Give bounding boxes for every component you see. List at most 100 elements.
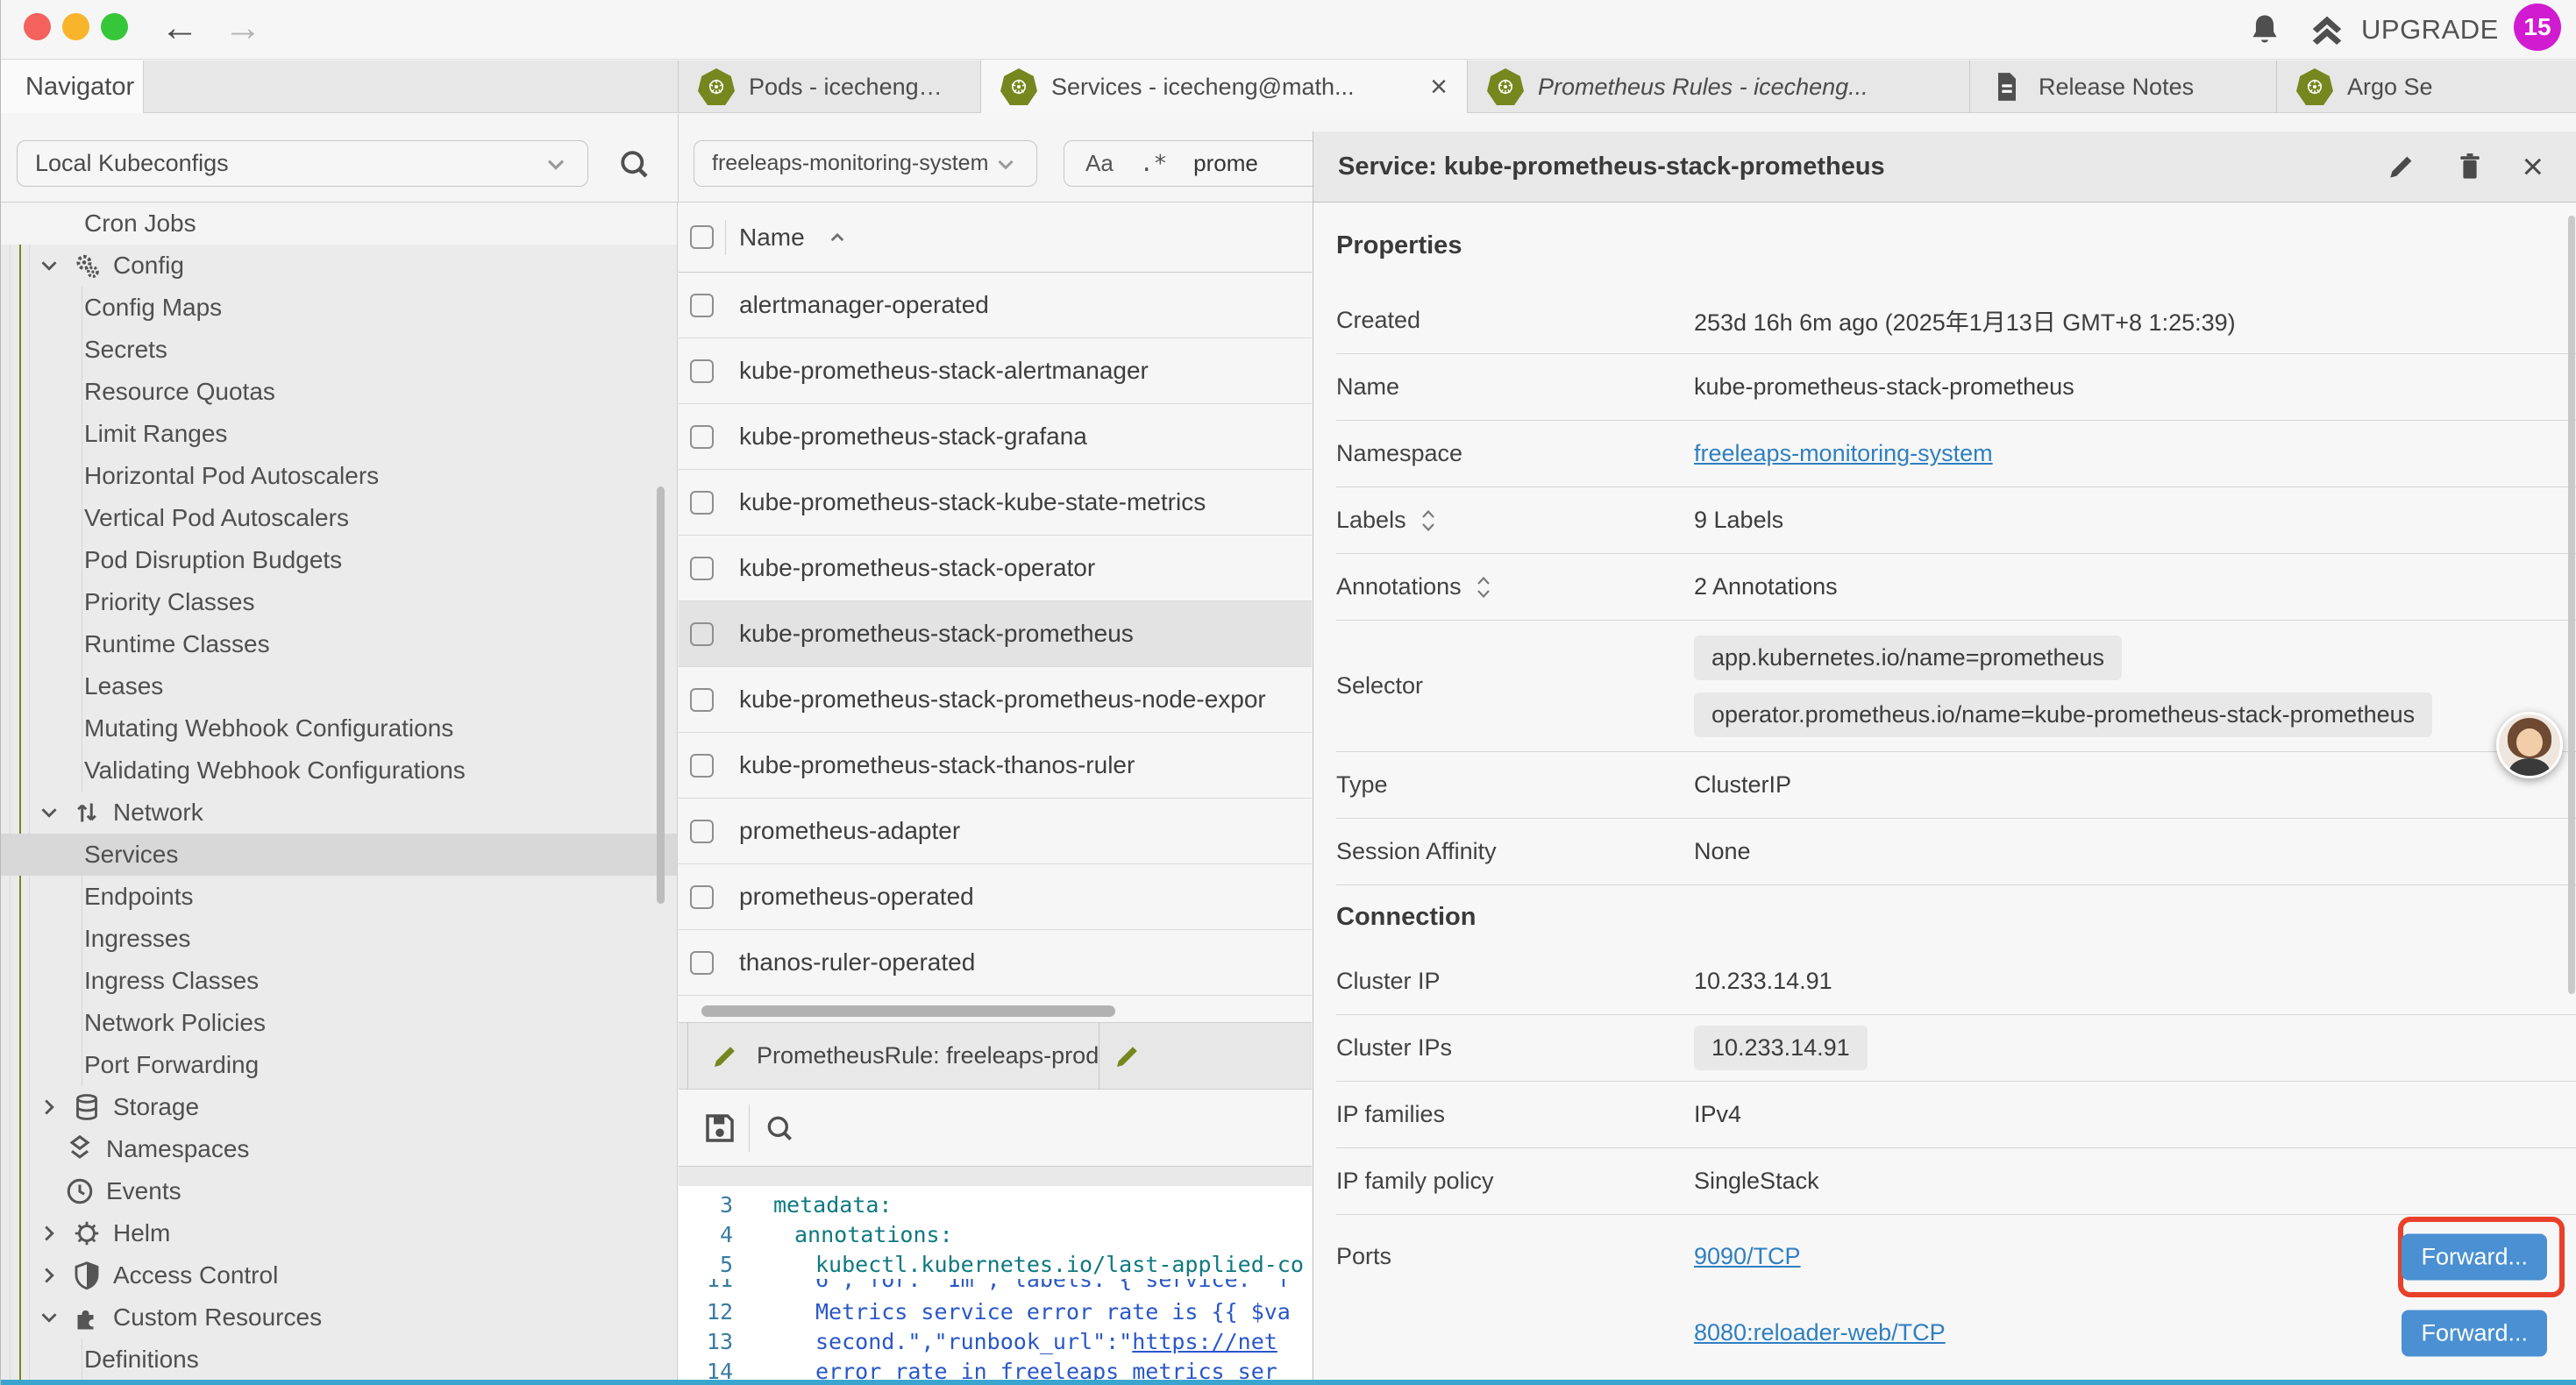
sidebar-item-label: Priority Classes bbox=[84, 588, 254, 616]
match-case-toggle[interactable]: Aa bbox=[1085, 150, 1114, 177]
sidebar-item-config-maps[interactable]: Config Maps bbox=[1, 287, 677, 329]
sidebar-item-validating-webhook-configurations[interactable]: Validating Webhook Configurations bbox=[1, 749, 677, 792]
sidebar-item-events[interactable]: Events bbox=[1, 1170, 677, 1212]
table-row-kube-prometheus-stack-prometheus-node-expor[interactable]: kube-prometheus-stack-prometheus-node-ex… bbox=[679, 667, 1312, 733]
forward-button[interactable]: Forward... bbox=[2402, 1233, 2547, 1280]
forward-button[interactable]: Forward... bbox=[2402, 1310, 2547, 1356]
row-checkbox[interactable] bbox=[690, 688, 714, 712]
back-button[interactable]: ← bbox=[155, 2, 204, 54]
table-row-alertmanager-operated[interactable]: alertmanager-operated bbox=[679, 273, 1312, 338]
sidebar-item-storage[interactable]: Storage bbox=[1, 1086, 677, 1128]
detail-label: Annotations bbox=[1336, 573, 1462, 600]
sidebar-item-limit-ranges[interactable]: Limit Ranges bbox=[1, 413, 677, 455]
sidebar-item-ingresses[interactable]: Ingresses bbox=[1, 918, 677, 960]
table-row-kube-prometheus-stack-operator[interactable]: kube-prometheus-stack-operator bbox=[679, 536, 1312, 601]
sidebar-item-network[interactable]: Network bbox=[1, 792, 677, 834]
code-text: metadata: bbox=[733, 1192, 892, 1218]
regex-toggle[interactable]: .* bbox=[1140, 151, 1167, 177]
table-row-kube-prometheus-stack-thanos-ruler[interactable]: kube-prometheus-stack-thanos-ruler bbox=[679, 733, 1312, 799]
sidebar-item-label: Pod Disruption Budgets bbox=[84, 546, 342, 574]
row-checkbox[interactable] bbox=[690, 557, 714, 580]
sidebar-item-namespaces[interactable]: Namespaces bbox=[1, 1128, 677, 1170]
edit-icon[interactable] bbox=[2385, 150, 2418, 183]
horizontal-scrollbar-thumb[interactable] bbox=[701, 1005, 1115, 1017]
sidebar-item-services[interactable]: Services bbox=[1, 834, 677, 876]
row-checkbox[interactable] bbox=[690, 622, 714, 646]
namespace-selector[interactable]: freeleaps-monitoring-system bbox=[694, 140, 1037, 187]
notification-badge[interactable]: 15 bbox=[2514, 4, 2561, 51]
port-link[interactable]: 8080:reloader-web/TCP bbox=[1694, 1319, 1946, 1346]
detail-label: Created bbox=[1336, 307, 1420, 334]
close-icon[interactable]: × bbox=[2522, 148, 2544, 185]
table-row-kube-prometheus-stack-alertmanager[interactable]: kube-prometheus-stack-alertmanager bbox=[679, 338, 1312, 404]
minimize-window-button[interactable] bbox=[62, 13, 89, 40]
editor-search-icon[interactable] bbox=[762, 1111, 797, 1146]
sidebar-item-leases[interactable]: Leases bbox=[1, 665, 677, 707]
sidebar-item-ingress-classes[interactable]: Ingress Classes bbox=[1, 960, 677, 1002]
sidebar-item-pod-disruption-budgets[interactable]: Pod Disruption Budgets bbox=[1, 539, 677, 581]
editor-tab-partial[interactable] bbox=[1099, 1023, 1312, 1089]
select-all-checkbox[interactable] bbox=[690, 225, 714, 249]
sidebar-item-definitions[interactable]: Definitions bbox=[1, 1339, 677, 1381]
name-column-header[interactable]: Name bbox=[739, 224, 805, 252]
row-checkbox[interactable] bbox=[690, 491, 714, 515]
close-tab-icon[interactable]: × bbox=[1430, 72, 1448, 102]
close-window-button[interactable] bbox=[24, 13, 51, 40]
sidebar-item-resource-quotas[interactable]: Resource Quotas bbox=[1, 371, 677, 413]
row-checkbox[interactable] bbox=[690, 951, 714, 975]
table-row-prometheus-operated[interactable]: prometheus-operated bbox=[679, 864, 1312, 930]
tab-argo-se[interactable]: Argo Se bbox=[2276, 60, 2576, 113]
forward-button[interactable]: → bbox=[218, 2, 267, 54]
save-icon[interactable] bbox=[701, 1110, 738, 1147]
tab-release-notes[interactable]: Release Notes bbox=[1969, 60, 2276, 113]
table-row-kube-prometheus-stack-grafana[interactable]: kube-prometheus-stack-grafana bbox=[679, 404, 1312, 470]
kubernetes-icon bbox=[698, 68, 735, 105]
row-checkbox[interactable] bbox=[690, 425, 714, 449]
port-link[interactable]: 9090/TCP bbox=[1694, 1243, 1801, 1270]
bell-icon[interactable] bbox=[2245, 11, 2284, 49]
table-row-prometheus-adapter[interactable]: prometheus-adapter bbox=[679, 799, 1312, 864]
row-checkbox[interactable] bbox=[690, 294, 714, 317]
kubeconfig-selector[interactable]: Local Kubeconfigs bbox=[17, 140, 588, 187]
sidebar-item-config[interactable]: Config bbox=[1, 245, 677, 287]
sidebar-item-mutating-webhook-configurations[interactable]: Mutating Webhook Configurations bbox=[1, 707, 677, 749]
namespace-link[interactable]: freeleaps-monitoring-system bbox=[1694, 440, 1993, 467]
detail-scrollbar[interactable] bbox=[2568, 216, 2575, 994]
assistant-avatar[interactable] bbox=[2496, 712, 2563, 778]
navigator-tab[interactable]: Navigator bbox=[1, 60, 144, 113]
sidebar-item-network-policies[interactable]: Network Policies bbox=[1, 1002, 677, 1044]
detail-label: IP family policy bbox=[1336, 1168, 1494, 1195]
sidebar-item-horizontal-pod-autoscalers[interactable]: Horizontal Pod Autoscalers bbox=[1, 455, 677, 497]
sidebar-item-cron-jobs[interactable]: Cron Jobs bbox=[1, 202, 677, 245]
row-checkbox[interactable] bbox=[690, 820, 714, 843]
sidebar-item-label: Limit Ranges bbox=[84, 420, 227, 448]
sidebar-scrollbar[interactable] bbox=[657, 487, 665, 904]
delete-icon[interactable] bbox=[2453, 150, 2487, 183]
row-checkbox[interactable] bbox=[690, 754, 714, 778]
sidebar-item-priority-classes[interactable]: Priority Classes bbox=[1, 581, 677, 623]
tab-pods-icecheng-mathmas[interactable]: Pods - icecheng@mathmas... bbox=[678, 60, 980, 113]
sidebar-item-runtime-classes[interactable]: Runtime Classes bbox=[1, 623, 677, 665]
editor-tab-prometheusrule[interactable]: PrometheusRule: freeleaps-prod-rabbitmq bbox=[687, 1023, 1099, 1089]
table-row-kube-prometheus-stack-prometheus[interactable]: kube-prometheus-stack-prometheus bbox=[679, 601, 1312, 667]
table-row-kube-prometheus-stack-kube-state-metrics[interactable]: kube-prometheus-stack-kube-state-metrics bbox=[679, 470, 1312, 536]
sidebar-item-endpoints[interactable]: Endpoints bbox=[1, 876, 677, 918]
sidebar-item-port-forwarding[interactable]: Port Forwarding bbox=[1, 1044, 677, 1086]
sidebar-item-access-control[interactable]: Access Control bbox=[1, 1254, 677, 1296]
tab-services-icecheng-math[interactable]: Services - icecheng@math...× bbox=[980, 60, 1467, 113]
row-checkbox[interactable] bbox=[690, 359, 714, 383]
table-row-thanos-ruler-operated[interactable]: thanos-ruler-operated bbox=[679, 930, 1312, 996]
sidebar-item-custom-resources[interactable]: Custom Resources bbox=[1, 1296, 677, 1339]
table-filter-input[interactable]: Aa .* prome bbox=[1064, 140, 1327, 187]
sidebar-item-secrets[interactable]: Secrets bbox=[1, 329, 677, 371]
tab-prometheus-rules-icecheng[interactable]: Prometheus Rules - icecheng... bbox=[1467, 60, 1969, 113]
upgrade-button[interactable]: UPGRADE bbox=[2307, 7, 2499, 53]
search-icon[interactable] bbox=[616, 146, 652, 182]
sidebar-item-helm[interactable]: Helm bbox=[1, 1212, 677, 1254]
row-checkbox[interactable] bbox=[690, 885, 714, 909]
sidebar-item-vertical-pod-autoscalers[interactable]: Vertical Pod Autoscalers bbox=[1, 497, 677, 539]
yaml-editor[interactable]: 3metadata:4annotations:5kubectl.kubernet… bbox=[679, 1186, 1312, 1381]
sort-asc-icon[interactable] bbox=[824, 224, 850, 251]
detail-value: 9 Labels bbox=[1694, 507, 1783, 534]
zoom-window-button[interactable] bbox=[101, 13, 128, 40]
